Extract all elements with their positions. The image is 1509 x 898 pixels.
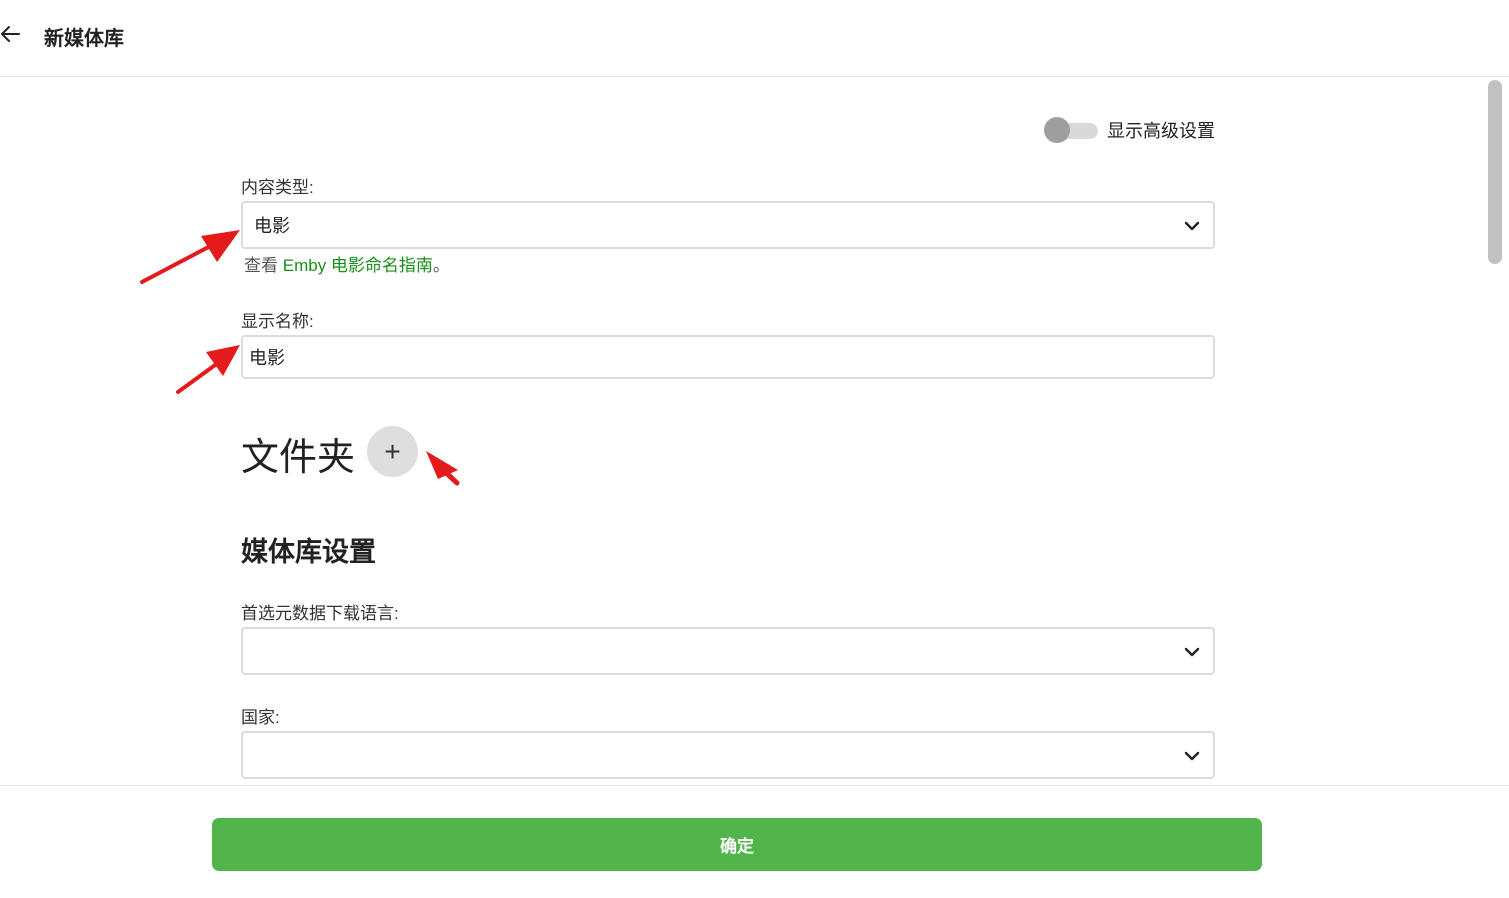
display-name-value: 电影: [249, 348, 285, 368]
metadata-language-select[interactable]: [241, 627, 1215, 675]
folders-heading: 文件夹: [241, 437, 356, 479]
scroll-thumb[interactable]: [1488, 80, 1502, 264]
content-type-select[interactable]: 电影: [241, 201, 1215, 249]
advanced-settings-toggle-row: 显示高级设置: [1044, 116, 1215, 144]
toggle-knob: [1044, 117, 1070, 143]
advanced-settings-label: 显示高级设置: [1107, 121, 1215, 141]
form-content: 显示高级设置 内容类型: 电影 查看 Emby 电影命名指南。 显示名称: 电影…: [0, 78, 1487, 785]
chevron-down-icon: [1184, 221, 1200, 231]
vertical-scrollbar[interactable]: [1487, 78, 1509, 785]
page-title: 新媒体库: [44, 28, 124, 50]
display-name-label: 显示名称:: [241, 312, 314, 331]
content-type-value: 电影: [254, 216, 290, 236]
help-prefix: 查看: [244, 256, 283, 275]
plus-icon: +: [384, 435, 401, 467]
display-name-input[interactable]: 电影: [241, 335, 1215, 379]
footer: 确定: [0, 785, 1509, 898]
content-type-label: 内容类型:: [241, 178, 314, 197]
add-folder-button[interactable]: +: [367, 426, 418, 477]
help-suffix: 。: [432, 256, 450, 275]
arrow-left-icon: [1, 26, 20, 42]
country-label: 国家:: [241, 708, 280, 727]
app-header: 新媒体库: [0, 0, 1509, 77]
metadata-language-label: 首选元数据下载语言:: [241, 604, 399, 623]
confirm-button[interactable]: 确定: [212, 818, 1262, 871]
naming-guide-link[interactable]: Emby 电影命名指南: [283, 256, 433, 275]
chevron-down-icon: [1184, 647, 1200, 657]
advanced-settings-toggle[interactable]: [1044, 116, 1098, 144]
chevron-down-icon: [1184, 751, 1200, 761]
country-select[interactable]: [241, 731, 1215, 779]
library-settings-title: 媒体库设置: [241, 537, 376, 567]
naming-guide-help: 查看 Emby 电影命名指南。: [244, 251, 450, 276]
back-button[interactable]: [0, 22, 24, 46]
